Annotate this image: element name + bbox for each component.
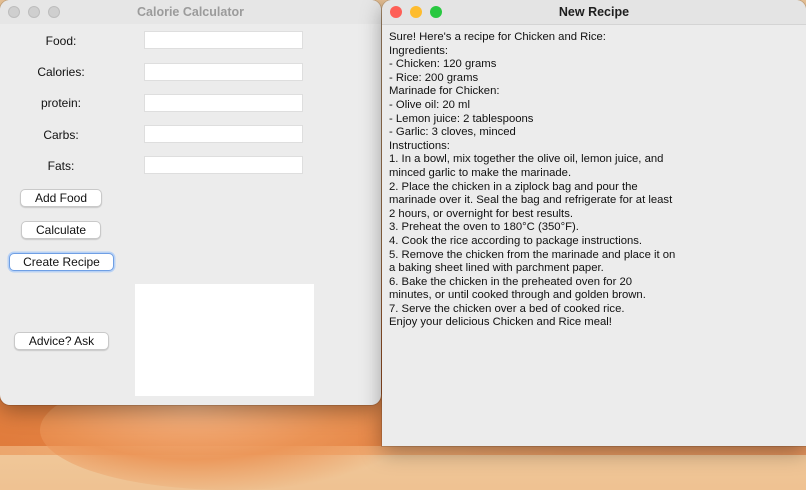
recipe-line: 6. Bake the chicken in the preheated ove… bbox=[389, 275, 633, 288]
recipe-text-area[interactable]: Sure! Here's a recipe for Chicken and Ri… bbox=[382, 25, 806, 446]
calories-label: Calories: bbox=[37, 65, 85, 79]
recipe-line: - Chicken: 120 grams bbox=[389, 58, 497, 71]
recipe-line: a baking sheet lined with parchment pape… bbox=[389, 262, 604, 275]
create-recipe-button[interactable]: Create Recipe bbox=[9, 253, 114, 271]
calc-window-controls bbox=[8, 6, 60, 18]
recipe-line: 3. Preheat the oven to 180°C (350°F). bbox=[389, 221, 579, 234]
calc-window-title: Calorie Calculator bbox=[137, 5, 244, 19]
recipe-line: - Rice: 200 grams bbox=[389, 71, 479, 84]
carbs-input[interactable] bbox=[144, 125, 303, 143]
recipe-titlebar[interactable]: New Recipe bbox=[382, 0, 806, 25]
recipe-line: minutes, or until cooked through and gol… bbox=[389, 289, 646, 302]
food-input[interactable] bbox=[144, 31, 303, 49]
recipe-line: 1. In a bowl, mix together the olive oil… bbox=[389, 153, 664, 166]
food-label: Food: bbox=[45, 34, 77, 48]
recipe-line: 7. Serve the chicken over a bed of cooke… bbox=[389, 302, 625, 315]
zoom-icon[interactable] bbox=[430, 6, 442, 18]
recipe-line: Enjoy your delicious Chicken and Rice me… bbox=[389, 316, 612, 329]
advice-ask-button[interactable]: Advice? Ask bbox=[14, 332, 109, 350]
new-recipe-window: New Recipe Sure! Here's a recipe for Chi… bbox=[382, 0, 806, 446]
recipe-line: - Lemon juice: 2 tablespoons bbox=[389, 112, 534, 125]
zoom-icon[interactable] bbox=[48, 6, 60, 18]
calc-titlebar[interactable]: Calorie Calculator bbox=[0, 0, 381, 24]
recipe-window-title: New Recipe bbox=[558, 5, 630, 19]
recipe-line: 2 hours, or overnight for best results. bbox=[389, 207, 573, 220]
minimize-icon[interactable] bbox=[410, 6, 422, 18]
fats-label: Fats: bbox=[47, 159, 75, 173]
recipe-line: 2. Place the chicken in a ziplock bag an… bbox=[389, 180, 638, 193]
fats-input[interactable] bbox=[144, 156, 303, 174]
minimize-icon[interactable] bbox=[28, 6, 40, 18]
recipe-window-controls bbox=[390, 6, 442, 18]
recipe-line: - Garlic: 3 cloves, minced bbox=[389, 126, 516, 139]
add-food-button[interactable]: Add Food bbox=[20, 189, 102, 207]
carbs-label: Carbs: bbox=[43, 128, 79, 142]
recipe-line: 5. Remove the chicken from the marinade … bbox=[389, 248, 676, 261]
recipe-line: 4. Cook the rice according to package in… bbox=[389, 234, 643, 247]
calories-input[interactable] bbox=[144, 63, 303, 81]
advice-text-area[interactable] bbox=[135, 284, 314, 396]
calorie-calculator-window: Calorie Calculator Food: Calories: prote… bbox=[0, 0, 381, 405]
recipe-line: Marinade for Chicken: bbox=[389, 85, 500, 98]
close-icon[interactable] bbox=[8, 6, 20, 18]
calculate-button[interactable]: Calculate bbox=[21, 221, 101, 239]
recipe-line: Instructions: bbox=[389, 139, 450, 152]
recipe-line: Sure! Here's a recipe for Chicken and Ri… bbox=[389, 31, 606, 43]
protein-label: protein: bbox=[40, 96, 82, 110]
recipe-line: minced garlic to make the marinade. bbox=[389, 166, 572, 179]
close-icon[interactable] bbox=[390, 6, 402, 18]
recipe-line: marinade over it. Seal the bag and refri… bbox=[389, 194, 673, 207]
recipe-line: Ingredients: bbox=[389, 44, 449, 57]
recipe-line: - Olive oil: 20 ml bbox=[389, 98, 470, 111]
protein-input[interactable] bbox=[144, 94, 303, 112]
